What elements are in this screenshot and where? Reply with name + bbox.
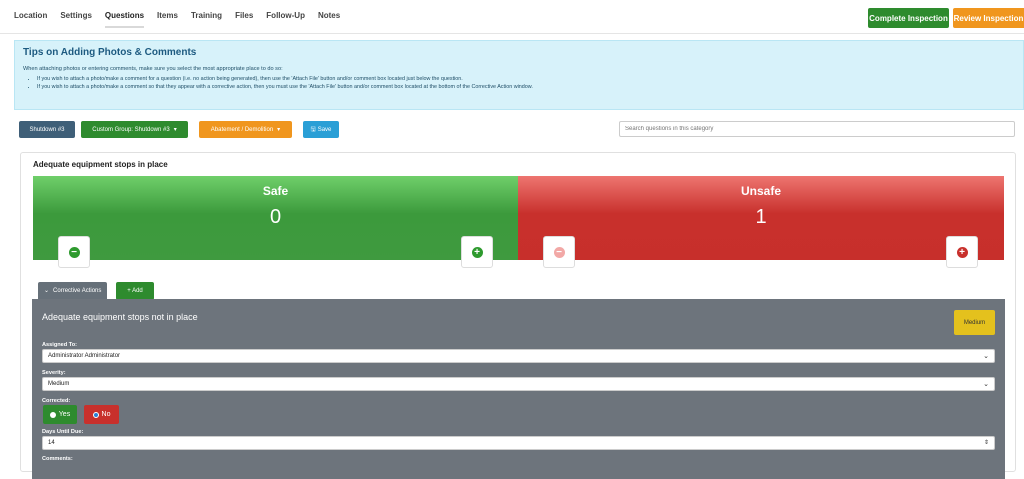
severity-value: Medium bbox=[48, 381, 70, 387]
corrective-action-title: Adequate equipment stops not in place bbox=[42, 312, 198, 322]
unsafe-label: Unsafe bbox=[740, 184, 781, 198]
chevron-down-icon: ⌄ bbox=[983, 381, 989, 388]
shutdown-label: Shutdown #3 bbox=[29, 126, 65, 133]
tab-items[interactable]: Items bbox=[157, 11, 178, 28]
custom-group-dropdown[interactable]: Custom Group: Shutdown #3 ▾ bbox=[81, 121, 188, 138]
unsafe-count: 1 bbox=[755, 206, 767, 228]
tab-notes[interactable]: Notes bbox=[318, 11, 340, 28]
caret-down-icon: ▾ bbox=[173, 127, 177, 133]
tab-location[interactable]: Location bbox=[14, 11, 47, 28]
chevron-down-icon: ⌄ bbox=[44, 288, 50, 294]
days-until-due-label: Days Until Due: bbox=[42, 429, 84, 435]
tips-bullet: If you wish to attach a photo/make a com… bbox=[37, 84, 1015, 90]
floppy-disk-icon: 🖫 bbox=[310, 126, 316, 133]
tips-list: If you wish to attach a photo/make a com… bbox=[37, 76, 1015, 90]
abatement-dropdown[interactable]: Abatement / Demolition ▾ bbox=[199, 121, 292, 138]
minus-circle-icon: − bbox=[553, 246, 565, 258]
corrected-no-button[interactable]: No bbox=[84, 405, 119, 424]
add-corrective-action-button[interactable]: + Add bbox=[116, 282, 154, 300]
chevron-down-icon: ⌄ bbox=[983, 353, 989, 360]
severity-select[interactable]: Medium ⌄ bbox=[42, 377, 995, 391]
question-card: Adequate equipment stops in place Safe 0… bbox=[20, 152, 1016, 479]
radio-icon bbox=[49, 411, 56, 418]
days-until-due-input[interactable]: 14 ⇕ bbox=[42, 436, 995, 450]
safe-panel[interactable]: Safe 0 bbox=[33, 176, 518, 260]
question-title: Adequate equipment stops in place bbox=[33, 160, 168, 169]
save-label: Save bbox=[317, 126, 332, 133]
corrective-actions-tab[interactable]: ⌄ Corrective Actions bbox=[38, 282, 108, 299]
severity-label: Severity: bbox=[42, 370, 66, 376]
corrected-label: Corrected: bbox=[42, 398, 71, 404]
abatement-label: Abatement / Demolition bbox=[210, 126, 274, 133]
safe-label: Safe bbox=[262, 184, 289, 198]
caret-down-icon: ▾ bbox=[277, 127, 281, 133]
no-label: No bbox=[101, 411, 111, 418]
shutdown-button[interactable]: Shutdown #3 bbox=[19, 121, 75, 138]
stepper-icon: ⇕ bbox=[983, 440, 989, 446]
tab-settings[interactable]: Settings bbox=[60, 11, 92, 28]
corrective-actions-label: Corrective Actions bbox=[53, 287, 102, 294]
tab-bar: Location Settings Questions Items Traini… bbox=[14, 11, 353, 28]
save-button[interactable]: 🖫 Save bbox=[303, 121, 339, 138]
assigned-to-select[interactable]: Administrator Administrator ⌄ bbox=[42, 349, 995, 363]
custom-group-label: Custom Group: Shutdown #3 bbox=[92, 126, 170, 133]
tab-follow-up[interactable]: Follow-Up bbox=[266, 11, 305, 28]
days-until-due-value: 14 bbox=[48, 440, 55, 446]
comments-label: Comments: bbox=[42, 456, 73, 462]
plus-circle-icon: + bbox=[956, 246, 968, 258]
safe-count: 0 bbox=[269, 206, 282, 228]
corrected-yes-button[interactable]: Yes bbox=[43, 405, 77, 424]
minus-circle-icon: − bbox=[68, 246, 80, 258]
unsafe-panel[interactable]: Unsafe 1 bbox=[518, 176, 1004, 260]
plus-circle-icon: + bbox=[471, 246, 483, 258]
review-inspection-button[interactable]: Review Inspection bbox=[953, 8, 1024, 28]
complete-inspection-button[interactable]: Complete Inspection bbox=[868, 8, 949, 28]
top-navigation: Location Settings Questions Items Traini… bbox=[0, 0, 1024, 34]
search-input[interactable] bbox=[619, 121, 1015, 137]
tab-files[interactable]: Files bbox=[235, 11, 253, 28]
safe-increment-button[interactable]: + bbox=[461, 236, 493, 268]
tips-title: Tips on Adding Photos & Comments bbox=[23, 47, 197, 58]
severity-badge: Medium bbox=[954, 310, 995, 335]
tab-training[interactable]: Training bbox=[191, 11, 222, 28]
tips-panel: Tips on Adding Photos & Comments When at… bbox=[14, 40, 1024, 110]
unsafe-increment-button[interactable]: + bbox=[946, 236, 978, 268]
corrective-action-panel: Adequate equipment stops not in place Me… bbox=[32, 299, 1005, 479]
unsafe-decrement-button[interactable]: − bbox=[543, 236, 575, 268]
tips-bullet: If you wish to attach a photo/make a com… bbox=[37, 76, 1015, 82]
tab-questions[interactable]: Questions bbox=[104, 11, 145, 28]
assigned-to-value: Administrator Administrator bbox=[48, 353, 121, 359]
assigned-to-label: Assigned To: bbox=[42, 342, 78, 348]
tips-intro: When attaching photos or entering commen… bbox=[23, 66, 283, 72]
radio-icon bbox=[92, 411, 99, 418]
safe-decrement-button[interactable]: − bbox=[58, 236, 90, 268]
yes-label: Yes bbox=[58, 411, 71, 418]
